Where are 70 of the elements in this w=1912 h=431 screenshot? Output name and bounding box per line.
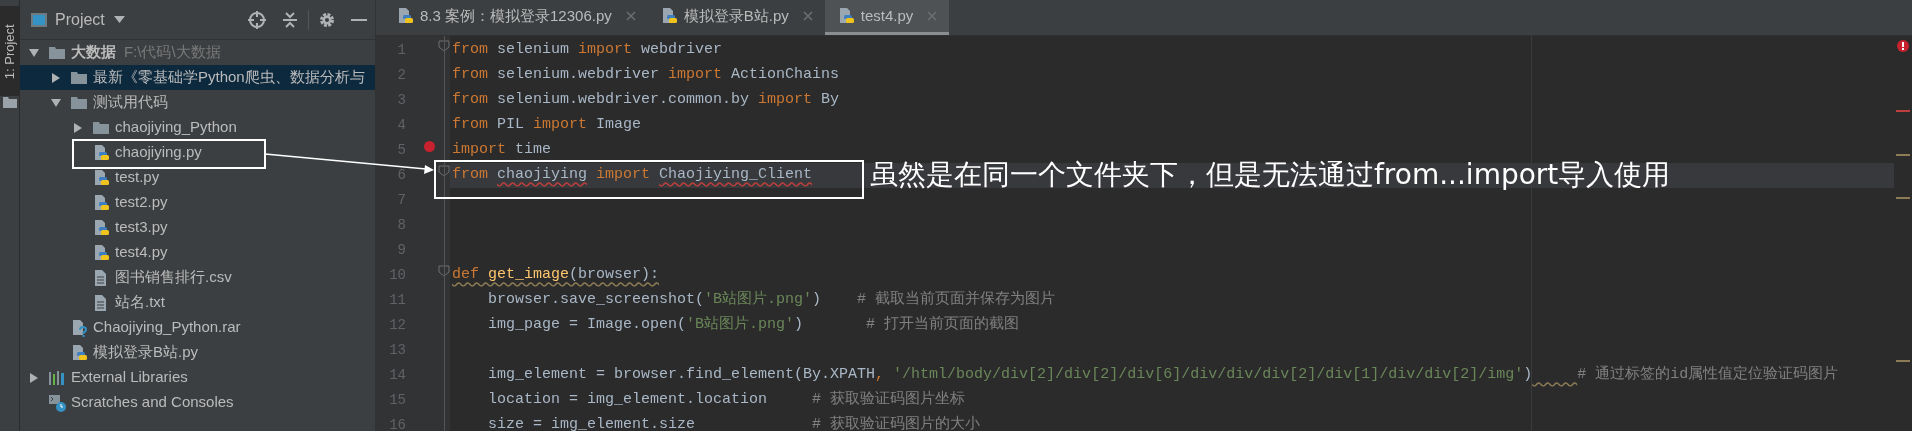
item-label: 图书销售排行.csv — [115, 267, 232, 288]
panel-title[interactable]: Project — [55, 7, 105, 32]
python-file-icon — [92, 193, 110, 212]
code-line: size = img_element.size # 获取验证码图片的大小 — [487, 414, 981, 431]
item-label: test.py — [115, 167, 160, 188]
item-label: Chaojiying_Python.rar — [93, 317, 241, 338]
tree-item[interactable]: 测试用代码 — [20, 90, 375, 115]
library-icon — [48, 368, 66, 387]
tree-item[interactable]: 模拟登录B站.py — [20, 340, 375, 365]
item-label: test3.py — [115, 217, 168, 238]
item-label: 测试用代码 — [93, 92, 168, 113]
python-file-icon — [92, 143, 110, 162]
tree-item[interactable]: 大数据 F:\代码\大数据 — [20, 40, 375, 65]
item-label: Scratches and Consoles — [71, 392, 234, 413]
code-line: from selenium import webdriver — [452, 40, 723, 61]
collapsed-arrow-icon[interactable] — [72, 121, 84, 134]
settings-icon[interactable] — [319, 11, 335, 28]
expanded-arrow-icon[interactable] — [28, 46, 40, 59]
tree-item[interactable]: chaojiying_Python — [20, 115, 375, 140]
code-line: browser.save_screenshot('B站图片.png') # 截取当前页面并保存为图片 — [487, 289, 1056, 311]
locate-icon[interactable] — [248, 10, 266, 29]
editor-tab[interactable]: 8.3 案例：模拟登录12306.py — [384, 0, 648, 35]
code-line: import time — [452, 140, 552, 161]
tree-item[interactable]: Scratches and Consoles — [20, 390, 375, 415]
annotation-text: 虽然是在同一个文件夹下，但是无法通过from...import导入使用 — [870, 157, 1671, 193]
code-line: location = img_element.location # 获取验证码图片坐标 — [487, 389, 966, 411]
panel-icon — [30, 11, 48, 28]
item-label: 大数据 — [71, 42, 116, 63]
tree-item[interactable]: External Libraries — [20, 365, 375, 390]
expanded-arrow-icon[interactable] — [50, 96, 62, 109]
tree-item[interactable]: chaojiying.py — [20, 140, 375, 165]
python-file-icon — [92, 168, 110, 187]
tree-item[interactable]: Chaojiying_Python.rar — [20, 315, 375, 340]
tree-item[interactable]: 最新《零基础学Python爬虫、数据分析与 — [20, 65, 375, 90]
item-label: chaojiying_Python — [115, 117, 237, 138]
tree-item[interactable]: test2.py — [20, 190, 375, 215]
tree-item[interactable]: test4.py — [20, 240, 375, 265]
scratches-icon — [48, 393, 66, 412]
python-file-icon — [92, 218, 110, 237]
collapse-all-icon[interactable] — [282, 11, 298, 28]
python-file-icon — [396, 7, 414, 25]
python-file-icon — [70, 343, 88, 362]
code-line: img_page = Image.open('B站图片.png') # 打开当前页面的截图 — [487, 314, 1020, 336]
tree-item[interactable]: test3.py — [20, 215, 375, 240]
code-line: img_element = browser.find_element(By.XPATH, '/html/body/div[2]/div[2]/div[6]/div/div/div[2]/div[1]/div/div[2]/img') # 通过标签的id属性值定位验证码图片 — [487, 364, 1839, 386]
code-line: from selenium.webdriver.common.by import By — [452, 90, 840, 111]
code-line: from PIL import Image — [452, 115, 642, 136]
dropdown-caret-icon[interactable] — [113, 16, 125, 23]
item-label: 最新《零基础学Python爬虫、数据分析与 — [93, 67, 365, 88]
editor-tab[interactable]: test4.py — [824, 0, 950, 35]
item-label: chaojiying.py — [115, 142, 202, 163]
unknown-file-icon — [70, 318, 88, 337]
collapsed-arrow-icon[interactable] — [50, 71, 62, 84]
error-indicator-icon[interactable] — [1897, 40, 1909, 52]
item-path: F:\代码\大数据 — [124, 42, 221, 63]
tree-item[interactable]: 图书销售排行.csv — [20, 265, 375, 290]
code-line: from selenium.webdriver import ActionChains — [452, 65, 840, 86]
item-label: 站名.txt — [115, 292, 165, 313]
editor-tab[interactable]: 模拟登录B站.py — [647, 0, 825, 35]
collapsed-arrow-icon[interactable] — [28, 371, 40, 384]
tree-item[interactable]: 站名.txt — [20, 290, 375, 315]
code-line: from chaojiying import Chaojiying_Client — [452, 165, 813, 186]
code-line: def get_image(browser): — [452, 265, 660, 286]
tree-item[interactable]: test.py — [20, 165, 375, 190]
item-label: External Libraries — [71, 367, 188, 388]
item-label: test4.py — [115, 242, 168, 263]
item-label: 模拟登录B站.py — [93, 342, 198, 363]
item-label: test2.py — [115, 192, 168, 213]
tool-window-button[interactable]: 1: Project — [0, 6, 20, 96]
python-file-icon — [92, 243, 110, 262]
